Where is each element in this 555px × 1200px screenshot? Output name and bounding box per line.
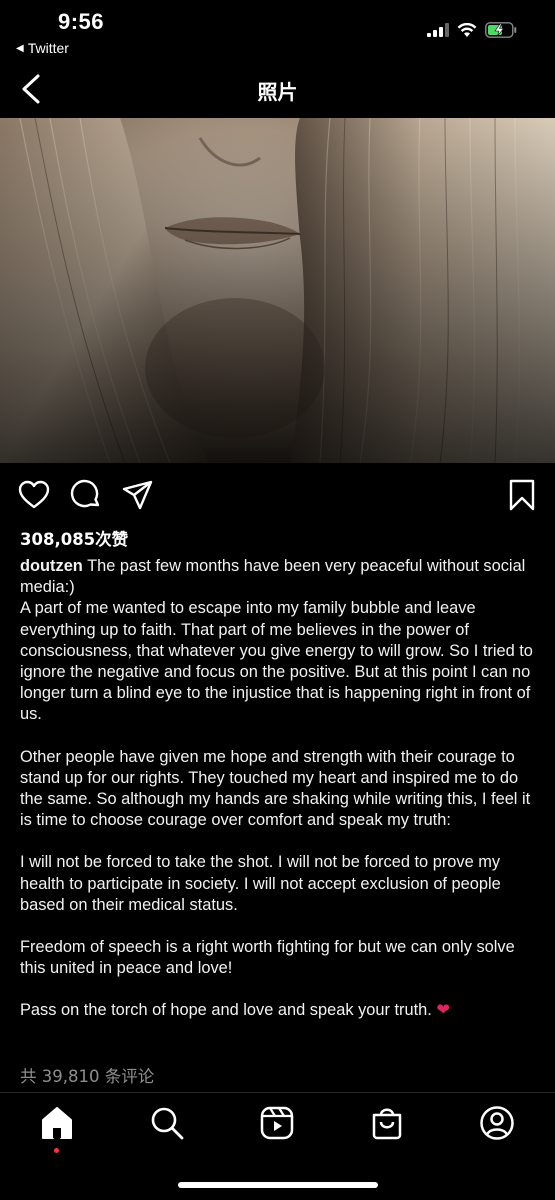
caption-paragraph-2: Other people have given me hope and stre… xyxy=(20,747,531,830)
status-bar: 9:56 ◀ Twitter xyxy=(0,0,555,60)
status-icons xyxy=(427,22,517,38)
page-title: 照片 xyxy=(257,80,298,104)
back-to-app-link[interactable]: ◀ Twitter xyxy=(16,40,69,56)
search-icon[interactable] xyxy=(149,1105,185,1141)
shop-bag-icon[interactable] xyxy=(369,1105,405,1141)
heart-outline-icon[interactable] xyxy=(17,478,51,512)
caption-paragraph-3: I will not be forced to take the shot. I… xyxy=(20,853,501,914)
view-comments-link[interactable]: 共 39,810 条评论 xyxy=(20,1063,154,1087)
post-photo-image xyxy=(0,118,555,463)
caption-paragraph-5: Pass on the torch of hope and love and s… xyxy=(20,1000,540,1021)
reels-icon[interactable] xyxy=(259,1105,295,1141)
post-actions xyxy=(0,476,555,516)
likes-count[interactable]: 308,085次赞 xyxy=(20,526,128,550)
nav-header: 照片 xyxy=(0,60,555,118)
caption-paragraph-4: Freedom of speech is a right worth fight… xyxy=(20,938,515,978)
back-app-label: Twitter xyxy=(27,40,69,56)
comment-bubble-icon[interactable] xyxy=(69,478,103,512)
bookmark-icon[interactable] xyxy=(505,478,539,512)
wifi-icon xyxy=(457,22,477,37)
paper-plane-icon[interactable] xyxy=(121,478,155,512)
caption-first-line: doutzen The past few months have been ve… xyxy=(20,556,540,598)
post-caption: doutzen The past few months have been ve… xyxy=(20,556,540,1022)
red-heart-emoji-icon: ❤ xyxy=(436,1001,451,1020)
home-indicator[interactable] xyxy=(178,1182,378,1188)
home-icon[interactable] xyxy=(39,1105,75,1141)
caption-paragraph-5-text: Pass on the torch of hope and love and s… xyxy=(20,1001,437,1020)
home-notification-dot xyxy=(54,1148,59,1153)
profile-icon[interactable] xyxy=(479,1105,515,1141)
cellular-signal-icon xyxy=(427,23,449,37)
status-time: 9:56 xyxy=(58,9,105,34)
caption-intro: The past few months have been very peace… xyxy=(20,557,526,597)
caption-paragraph-1: A part of me wanted to escape into my fa… xyxy=(20,599,533,724)
back-triangle-icon: ◀ xyxy=(16,42,24,54)
battery-charging-icon xyxy=(485,22,517,38)
caption-username[interactable]: doutzen xyxy=(20,557,83,575)
post-photo[interactable] xyxy=(0,118,555,463)
